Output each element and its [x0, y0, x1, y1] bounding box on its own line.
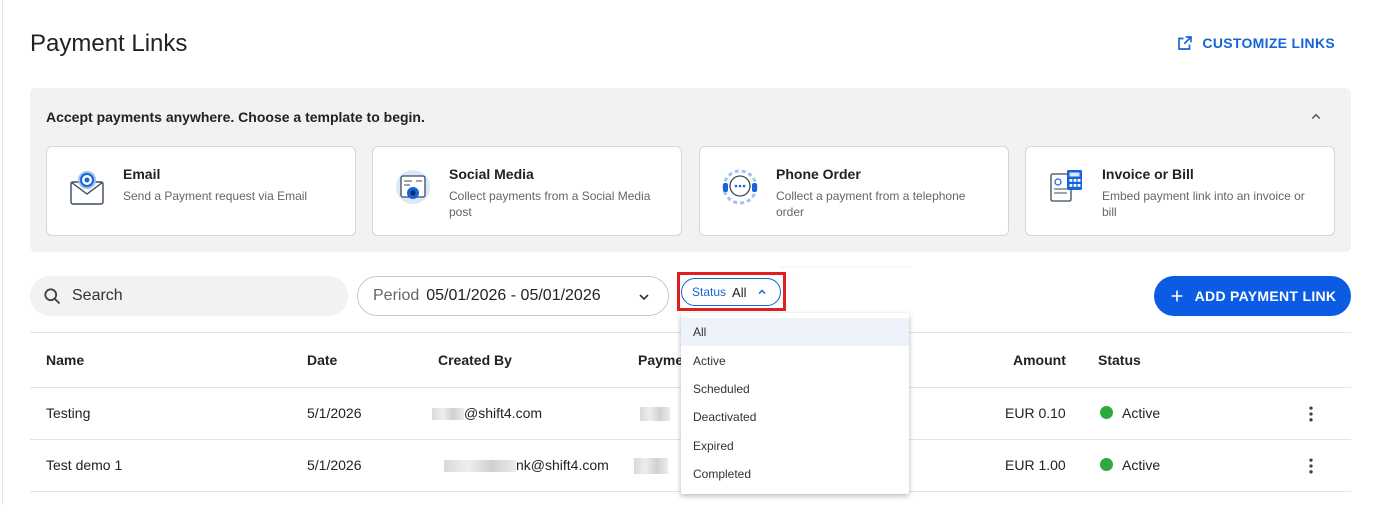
collapse-templates-button[interactable] [1307, 108, 1325, 126]
template-title: Invoice or Bill [1102, 166, 1194, 182]
redacted-text [634, 458, 668, 475]
period-label: Period [373, 287, 420, 304]
customize-links-label: CUSTOMIZE LINKS [1202, 35, 1335, 51]
chevron-down-icon [639, 294, 649, 301]
active-status-dot [1100, 458, 1113, 471]
template-title: Phone Order [776, 166, 861, 182]
row-amount: EUR 1.00 [1005, 457, 1066, 473]
period-filter[interactable]: Period 05/01/2026 - 05/01/2026 [357, 276, 669, 316]
more-vertical-icon [1309, 406, 1313, 422]
row-name: Testing [46, 405, 91, 421]
social-media-template-icon [393, 167, 433, 207]
status-option-completed[interactable]: Completed [681, 460, 909, 488]
template-title: Email [123, 166, 161, 182]
row-status: Active [1100, 457, 1160, 473]
row-date: 5/1/2026 [307, 457, 362, 473]
column-header-date[interactable]: Date [307, 352, 337, 368]
row-status: Active [1100, 405, 1160, 421]
redacted-text [432, 408, 464, 421]
redacted-text [640, 407, 670, 422]
add-payment-link-label: ADD PAYMENT LINK [1194, 288, 1337, 304]
template-description: Collect a payment from a telephone order [776, 189, 966, 219]
left-edge-divider [0, 0, 3, 505]
active-status-dot [1100, 406, 1113, 419]
row-created-by-email: @shift4.com [464, 405, 543, 421]
row-actions-button[interactable] [1301, 404, 1321, 424]
row-payment [634, 457, 668, 475]
templates-heading: Accept payments anywhere. Choose a templ… [46, 109, 425, 125]
column-header-payment[interactable]: Payme [638, 352, 683, 368]
search-box[interactable] [30, 276, 348, 316]
external-link-icon [1178, 36, 1193, 50]
chevron-up-icon [1311, 113, 1321, 120]
status-option-expired[interactable]: Expired [681, 432, 909, 460]
row-payment [640, 405, 670, 422]
invoice-template-icon [1046, 167, 1086, 207]
template-card-email[interactable]: Email Send a Payment request via Email [46, 146, 356, 236]
email-template-icon [67, 167, 107, 207]
row-status-label: Active [1122, 457, 1161, 473]
column-header-name[interactable]: Name [46, 352, 84, 368]
status-option-scheduled[interactable]: Scheduled [681, 375, 909, 403]
template-card-phone-order[interactable]: Phone Order Collect a payment from a tel… [699, 146, 1009, 236]
column-header-status[interactable]: Status [1098, 352, 1141, 368]
row-created-by: nk@shift4.com [444, 457, 609, 473]
row-amount: EUR 0.10 [1005, 405, 1066, 421]
plus-icon [1171, 290, 1182, 302]
row-created-by: @shift4.com [432, 405, 542, 421]
status-dropdown-menu: All Active Scheduled Deactivated Expired… [681, 313, 909, 494]
add-payment-link-button[interactable]: ADD PAYMENT LINK [1154, 276, 1351, 316]
template-card-social-media[interactable]: Social Media Collect payments from a Soc… [372, 146, 682, 236]
row-date: 5/1/2026 [307, 405, 362, 421]
template-description: Send a Payment request via Email [123, 189, 308, 203]
row-status-label: Active [1122, 405, 1161, 421]
redacted-text [444, 460, 516, 473]
column-header-created-by[interactable]: Created By [438, 352, 512, 368]
status-option-deactivated[interactable]: Deactivated [681, 403, 909, 431]
page-title: Payment Links [30, 30, 188, 57]
template-title: Social Media [449, 166, 534, 182]
period-value: 05/01/2026 - 05/01/2026 [426, 287, 601, 304]
row-actions-button[interactable] [1301, 456, 1321, 476]
template-description: Collect payments from a Social Media pos… [449, 189, 651, 219]
more-vertical-icon [1309, 458, 1313, 474]
template-card-invoice[interactable]: Invoice or Bill Embed payment link into … [1025, 146, 1335, 236]
status-option-all[interactable]: All [681, 318, 909, 347]
row-created-by-email: nk@shift4.com [516, 457, 609, 473]
search-input[interactable] [72, 287, 312, 305]
templates-panel: Accept payments anywhere. Choose a templ… [30, 88, 1351, 252]
divider [780, 266, 910, 268]
search-icon [44, 288, 61, 305]
row-name: Test demo 1 [46, 457, 123, 473]
template-description: Embed payment link into an invoice or bi… [1102, 189, 1305, 219]
status-option-active[interactable]: Active [681, 346, 909, 374]
customize-links-link[interactable]: CUSTOMIZE LINKS [1176, 34, 1335, 52]
phone-order-template-icon [720, 167, 760, 207]
column-header-amount[interactable]: Amount [1013, 352, 1066, 368]
status-filter-highlight [677, 272, 786, 311]
